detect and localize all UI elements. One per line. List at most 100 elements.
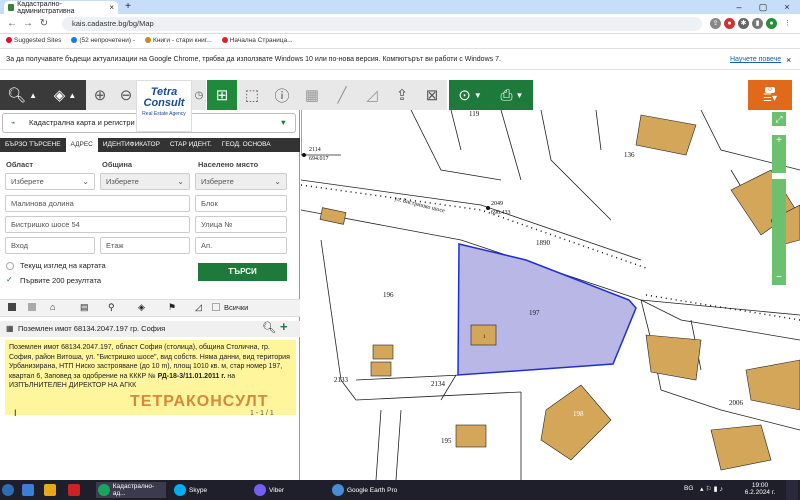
grid-icon[interactable] <box>8 303 16 311</box>
taskbar-app[interactable]: Skype <box>172 482 242 498</box>
apartment-input[interactable]: Ап. <box>195 237 287 254</box>
settlement-select[interactable]: Изберете ⌄ <box>195 173 287 190</box>
road-edge <box>375 409 382 480</box>
pin-icon[interactable]: ⚲ <box>108 302 115 313</box>
extensions-icon[interactable]: ✱ <box>738 18 749 29</box>
map-label: 195 <box>441 437 452 445</box>
reload-icon[interactable]: ↻ <box>38 17 50 31</box>
polygon-icon[interactable]: ◿ <box>195 302 202 313</box>
share-icon[interactable]: ⇪ <box>710 18 721 29</box>
start-button[interactable] <box>2 482 14 498</box>
tab-geodetic-base[interactable]: ГЕОД. ОСНОВА <box>217 138 276 152</box>
zoom-handle[interactable] <box>772 173 786 179</box>
zoom-minus-button[interactable]: − <box>772 272 786 283</box>
street-input[interactable]: Бистришко шосе 54 <box>5 216 190 233</box>
all-checkbox[interactable] <box>212 303 220 311</box>
taskbar-pin[interactable] <box>68 482 80 498</box>
current-view-checkbox[interactable] <box>6 262 14 270</box>
site-favicon-icon <box>8 4 15 11</box>
municipality-select[interactable]: Изберете ⌄ <box>100 173 190 190</box>
new-tab-button[interactable]: + <box>122 1 134 13</box>
building <box>455 424 487 448</box>
entrance-input[interactable]: Вход <box>5 237 95 254</box>
taskbar-pin[interactable] <box>22 482 34 498</box>
street-number-input[interactable]: Улица № <box>195 216 287 233</box>
profile-avatar[interactable]: ● <box>766 18 777 29</box>
info-circle-icon[interactable]: ◷ <box>192 80 206 110</box>
taskbar-pin[interactable] <box>44 482 56 498</box>
search-icon[interactable]: 🔍︎ ▲ <box>0 80 44 110</box>
tray-icons[interactable]: ▴ ⚐ ▮ ♪ <box>700 485 723 493</box>
home-icon[interactable]: ⌂ <box>50 302 55 312</box>
select-area-icon[interactable]: ⬚ <box>237 80 267 110</box>
sidepanel-icon[interactable]: ▮ <box>752 18 763 29</box>
search-icon[interactable]: 🔍︎ <box>262 320 276 336</box>
upload-icon[interactable]: ⇪ <box>387 80 417 110</box>
show-desktop-button[interactable] <box>786 480 798 500</box>
district-input[interactable]: Малинова долина <box>5 195 190 212</box>
measure-area-icon[interactable]: ◿ <box>357 80 387 110</box>
windows-start-icon <box>2 484 14 496</box>
add-selection-icon[interactable]: ⊞ <box>207 80 237 110</box>
zoom-in-icon[interactable]: ⊕ <box>86 80 114 110</box>
block-input[interactable]: Блок <box>195 195 287 212</box>
taskbar-app[interactable]: Viber <box>252 482 322 498</box>
bookmark-item[interactable]: (52 непрочетени) - <box>71 37 135 44</box>
taskbar-app[interactable]: Google Earth Pro <box>330 482 408 498</box>
map-label: 136 <box>624 151 635 159</box>
location-icon[interactable]: ⊙ ▼ <box>449 80 491 110</box>
cadastral-map[interactable]: 119 136 2114 694.017 ул. Бистришко шосе … <box>301 110 800 480</box>
minimize-button[interactable]: – <box>728 0 750 14</box>
building <box>370 361 392 377</box>
print-icon[interactable]: ⎙ ▼ <box>491 80 533 110</box>
search-panel: ⌁ Кадастрална карта и регистри ▼ БЪРЗО Т… <box>0 110 300 490</box>
tab-identifier[interactable]: ИДЕНТИФИКАТОР <box>98 138 165 152</box>
tab-address[interactable]: АДРЕС <box>65 138 98 152</box>
floor-input[interactable]: Етаж <box>100 237 190 254</box>
close-infobar-icon[interactable]: × <box>786 49 791 71</box>
zoom-slider[interactable]: + − <box>772 135 786 285</box>
region-label: Област <box>6 160 34 169</box>
zoom-plus-button[interactable]: + <box>772 135 786 146</box>
region-select[interactable]: Изберете ⌄ <box>5 173 95 190</box>
grid-tool-icon[interactable]: ▦ <box>297 80 327 110</box>
close-tab-icon[interactable]: × <box>109 3 114 12</box>
square-icon[interactable] <box>28 303 36 311</box>
maximize-button[interactable]: ▢ <box>752 0 774 14</box>
check-icon[interactable]: ✓ <box>6 275 13 284</box>
url-bar[interactable]: kais.cadastre.bg/bg/Map <box>62 17 702 31</box>
measure-line-icon[interactable]: ╱ <box>327 80 357 110</box>
add-icon[interactable]: + <box>280 319 288 335</box>
tab-quick-search[interactable]: БЪРЗО ТЪРСЕНЕ <box>0 138 66 152</box>
browser-tab[interactable]: Кадастрално-административна × <box>4 1 118 15</box>
layer-icon: ⌁ <box>11 118 16 127</box>
search-button[interactable]: ТЪРСИ <box>198 263 287 281</box>
clear-selection-icon[interactable]: ⊠ <box>417 80 447 110</box>
back-icon[interactable]: ← <box>6 17 18 31</box>
building-icon[interactable]: ▤ <box>80 302 89 313</box>
info-icon[interactable]: ⓘ <box>267 80 297 110</box>
clock[interactable]: 19:00 6.2.2024 г. <box>740 482 780 496</box>
cursor-icon: I <box>14 408 17 418</box>
flag-icon[interactable]: ⚑ <box>168 302 176 313</box>
layers-icon[interactable]: ◈ ▲ <box>44 80 86 110</box>
bookmark-item[interactable]: Книги - стари книг... <box>145 37 212 44</box>
language-indicator[interactable]: BG <box>684 485 693 492</box>
menu-icon[interactable]: ⋮ <box>782 18 793 29</box>
tab-old-identifier[interactable]: СТАР ИДЕНТ. <box>165 138 217 152</box>
bookmark-item[interactable]: Suggested Sites <box>6 37 61 44</box>
taskbar-app[interactable]: Кадастрално-ад... <box>96 482 166 498</box>
chrome-icon <box>98 484 110 496</box>
fullscreen-icon[interactable]: ⤢ <box>772 112 786 126</box>
forward-icon[interactable]: → <box>22 17 34 31</box>
learn-more-link[interactable]: Научете повече <box>730 49 781 71</box>
bookmark-item[interactable]: Начална Страница... <box>221 37 293 44</box>
pager: 1 - 1 / 1 <box>250 410 274 417</box>
layers-small-icon[interactable]: ◈ <box>138 302 145 313</box>
zoom-out-icon[interactable]: ⊖ <box>114 80 138 110</box>
extension-icon[interactable]: ● <box>724 18 735 29</box>
bookmark-icon <box>145 37 152 44</box>
cart-button[interactable]: 0 ☰▾ <box>748 80 792 110</box>
close-window-button[interactable]: × <box>776 0 798 14</box>
viber-icon <box>254 484 266 496</box>
